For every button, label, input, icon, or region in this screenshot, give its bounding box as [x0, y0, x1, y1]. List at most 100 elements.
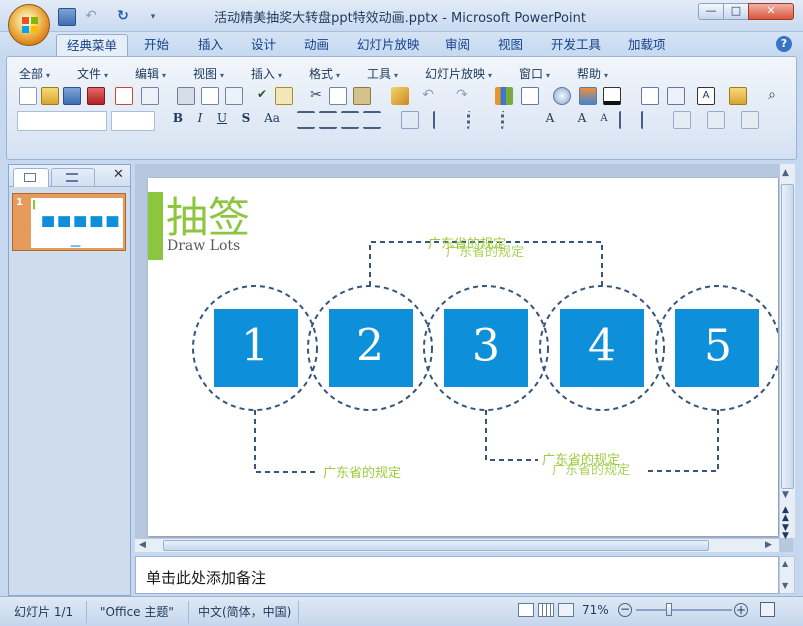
text-direction-icon[interactable] — [401, 111, 419, 129]
decrease-indent-icon[interactable] — [619, 111, 637, 129]
menu-edit[interactable]: 编辑 ▾ — [135, 65, 166, 82]
justify-icon[interactable] — [363, 111, 381, 129]
menu-help[interactable]: 帮助 ▾ — [577, 65, 608, 82]
zoom-level[interactable]: 71% — [582, 603, 609, 617]
bullets-icon[interactable] — [501, 111, 519, 129]
quick-styles-icon[interactable] — [741, 111, 759, 129]
change-case-icon[interactable]: Aa — [261, 111, 283, 129]
new-icon[interactable] — [19, 87, 37, 105]
cut-icon[interactable]: ✂ — [307, 87, 325, 105]
tab-developer[interactable]: 开发工具 — [541, 34, 611, 56]
vertical-scrollbar[interactable]: ▲ ▼ ▲ ▲ ▼ ▼ — [779, 164, 795, 541]
publish-icon[interactable] — [141, 87, 159, 105]
page-setup-icon[interactable] — [225, 87, 243, 105]
undo-icon[interactable]: ↶ — [82, 8, 100, 26]
align-center-icon[interactable] — [319, 111, 337, 129]
undo-icon[interactable]: ↶ — [419, 87, 437, 105]
menu-window[interactable]: 窗口 ▾ — [519, 65, 550, 82]
tab-classic-menu[interactable]: 经典菜单 — [56, 34, 129, 56]
layout-icon[interactable] — [667, 87, 685, 105]
research-icon[interactable] — [275, 87, 293, 105]
format-painter-icon[interactable] — [391, 87, 409, 105]
shadow-icon[interactable]: S — [237, 111, 255, 129]
permission-icon[interactable] — [87, 87, 105, 105]
hscroll-thumb[interactable] — [163, 540, 709, 551]
insert-picture-icon[interactable] — [553, 87, 571, 105]
open-icon[interactable] — [41, 87, 59, 105]
save-icon[interactable] — [58, 8, 76, 26]
shapes-icon[interactable] — [707, 111, 725, 129]
font-color-icon[interactable]: A — [541, 111, 559, 129]
tab-addins[interactable]: 加载项 — [618, 34, 676, 56]
menu-format[interactable]: 格式 ▾ — [309, 65, 340, 82]
tab-outline[interactable] — [51, 168, 95, 187]
print-preview-icon[interactable] — [201, 87, 219, 105]
scroll-up-icon[interactable]: ▲ — [782, 168, 789, 178]
table-icon[interactable] — [521, 87, 539, 105]
maximize-button[interactable]: □ — [723, 3, 749, 20]
menu-insert[interactable]: 插入 ▾ — [251, 65, 282, 82]
menu-all[interactable]: 全部 ▾ — [19, 65, 50, 82]
status-language[interactable]: 中文(简体，中国) — [198, 603, 291, 620]
tab-slideshow[interactable]: 幻灯片放映 — [347, 34, 430, 56]
close-button[interactable]: ✕ — [748, 3, 794, 20]
font-size-combo[interactable] — [111, 111, 155, 131]
notes-scrollbar[interactable]: ▲ ▼ — [779, 556, 795, 594]
chart-icon[interactable] — [495, 87, 513, 105]
align-right-icon[interactable] — [341, 111, 359, 129]
redo-icon[interactable]: ↻ — [114, 8, 132, 26]
line-color-icon[interactable] — [603, 87, 621, 105]
tab-slides[interactable] — [13, 168, 49, 187]
tab-review[interactable]: 审阅 — [435, 34, 480, 56]
previous-slide-icon[interactable]: ▲ ▲ — [782, 506, 789, 523]
spelling-icon[interactable]: ✔ — [253, 87, 271, 105]
minimize-button[interactable]: — — [698, 3, 724, 20]
menu-slideshow[interactable]: 幻灯片放映 ▾ — [425, 65, 492, 82]
new-slide-icon[interactable] — [641, 87, 659, 105]
notes-pane[interactable]: 单击此处添加备注 — [135, 556, 779, 594]
horizontal-scrollbar[interactable]: ◀ ▶ — [135, 538, 779, 552]
print-icon[interactable] — [177, 87, 195, 105]
tab-insert[interactable]: 插入 — [188, 34, 233, 56]
zoom-slider[interactable] — [636, 603, 732, 616]
fit-to-window-icon[interactable] — [760, 602, 775, 617]
slide-sorter-icon[interactable] — [538, 603, 554, 617]
increase-indent-icon[interactable] — [641, 111, 659, 129]
zoom-slider-thumb[interactable] — [665, 603, 672, 616]
scroll-down-icon[interactable]: ▼ — [782, 490, 789, 500]
italic-icon[interactable]: I — [191, 111, 209, 129]
tab-animations[interactable]: 动画 — [294, 34, 339, 56]
grow-font-icon[interactable]: A — [573, 111, 591, 129]
slideshow-view-icon[interactable] — [558, 603, 574, 617]
save-icon[interactable] — [63, 87, 81, 105]
redo-icon[interactable]: ↷ — [453, 87, 471, 105]
zoom-in-icon[interactable]: + — [734, 603, 748, 617]
normal-view-icon[interactable] — [518, 603, 534, 617]
tab-view[interactable]: 视图 — [488, 34, 533, 56]
align-left-icon[interactable] — [297, 111, 315, 129]
next-slide-icon[interactable]: ▼ ▼ — [782, 524, 789, 541]
numbering-icon[interactable] — [467, 111, 485, 129]
email-icon[interactable] — [115, 87, 133, 105]
slide-canvas[interactable]: 抽签 Draw Lots 1 2 3 4 5 广东省的规定 广东省的规定 广东省… — [148, 178, 781, 536]
copy-icon[interactable] — [329, 87, 347, 105]
slide-thumbnail[interactable]: 1 — [12, 193, 126, 251]
shrink-font-icon[interactable]: A — [595, 113, 613, 131]
line-spacing-icon[interactable] — [433, 111, 451, 129]
arrange-icon[interactable] — [673, 111, 691, 129]
zoom-out-icon[interactable]: − — [618, 603, 632, 617]
tab-home[interactable]: 开始 — [134, 34, 179, 56]
paste-icon[interactable] — [353, 87, 371, 105]
scroll-left-icon[interactable]: ◀ — [139, 540, 146, 550]
bold-icon[interactable]: B — [169, 111, 187, 129]
help-icon[interactable]: ? — [776, 36, 792, 52]
menu-tools[interactable]: 工具 ▾ — [367, 65, 398, 82]
menu-view[interactable]: 视图 ▾ — [193, 65, 224, 82]
status-theme[interactable]: "Office 主题" — [100, 603, 174, 620]
underline-icon[interactable]: U — [213, 111, 231, 129]
zoom-icon[interactable]: ⌕ — [763, 87, 781, 105]
close-panel-icon[interactable]: ✕ — [113, 167, 124, 182]
folder-icon[interactable] — [729, 87, 747, 105]
office-button[interactable] — [8, 4, 50, 46]
notes-scroll-down-icon[interactable]: ▼ — [782, 581, 788, 590]
